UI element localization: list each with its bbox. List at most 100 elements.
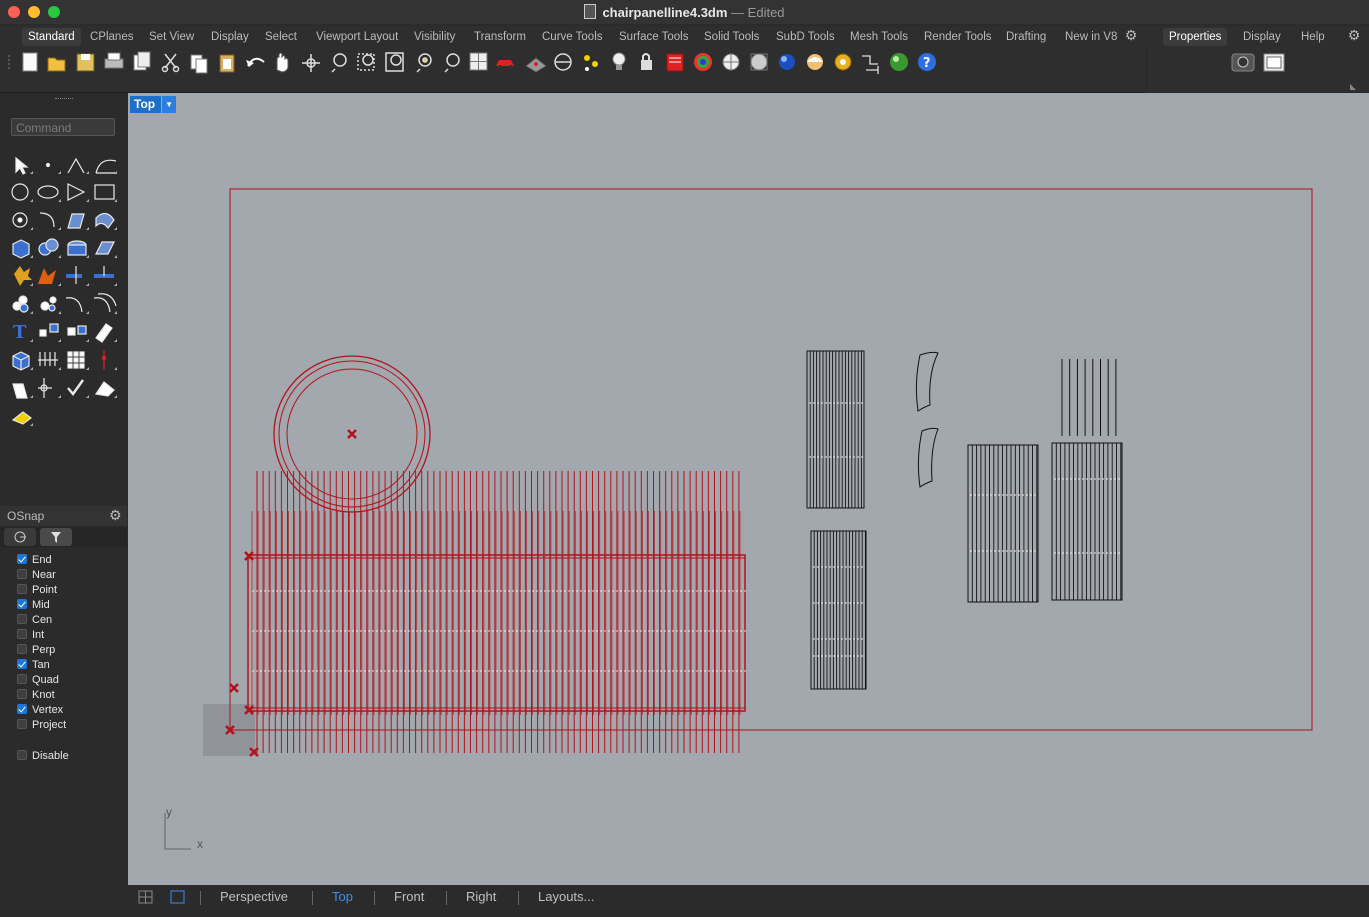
fillet-icon[interactable] — [39, 212, 55, 228]
osnap-perp[interactable]: Perp — [17, 643, 55, 658]
slat-panel-d[interactable] — [1051, 442, 1123, 601]
render-material-icon[interactable] — [11, 411, 32, 425]
sweep-icon[interactable] — [95, 212, 115, 229]
rectangle-icon[interactable] — [94, 184, 115, 200]
tab-set-view[interactable]: Set View — [143, 28, 200, 46]
print-icon[interactable] — [104, 52, 124, 69]
tab-select[interactable]: Select — [259, 28, 303, 46]
paste-icon[interactable] — [219, 54, 235, 73]
tab-drafting[interactable]: Drafting — [1000, 28, 1052, 46]
osnap-int-checkbox[interactable] — [17, 629, 27, 639]
tab-solid-tools[interactable]: Solid Tools — [698, 28, 765, 46]
panel-tab-help[interactable]: Help — [1295, 28, 1331, 46]
osnap-point[interactable]: Point — [17, 583, 57, 598]
osnap-settings-gear-icon[interactable]: ⚙ — [109, 507, 122, 524]
osnap-cen-checkbox[interactable] — [17, 614, 27, 624]
slat-panel-c[interactable] — [967, 444, 1039, 603]
osnap-near-checkbox[interactable] — [17, 569, 27, 579]
tab-right[interactable]: Right — [466, 888, 496, 906]
tab-standard[interactable]: Standard — [22, 28, 81, 46]
command-input[interactable]: Command — [11, 118, 115, 136]
text-icon[interactable]: T — [13, 322, 27, 343]
new-file-icon[interactable] — [22, 52, 38, 72]
zoom-icon[interactable] — [331, 53, 347, 73]
osnap-project[interactable]: Project — [17, 718, 66, 733]
osnap-project-checkbox[interactable] — [17, 719, 27, 729]
tab-new-in-v8[interactable]: New in V8 — [1059, 28, 1123, 46]
camera-icon[interactable] — [1231, 53, 1255, 72]
copy-object-icon[interactable] — [67, 325, 87, 336]
osnap-end[interactable]: End — [17, 553, 52, 568]
undo-icon[interactable] — [246, 57, 265, 67]
solid-box-icon[interactable] — [12, 351, 30, 371]
tab-layouts[interactable]: Layouts... — [538, 888, 594, 906]
viewport-properties-icon[interactable] — [1263, 53, 1285, 72]
tab-surface-tools[interactable]: Surface Tools — [613, 28, 694, 46]
render-settings-gear-icon[interactable] — [834, 53, 852, 71]
array-icon[interactable] — [38, 352, 58, 366]
move-icon[interactable] — [39, 323, 59, 337]
zoom-selected-icon[interactable] — [416, 53, 432, 73]
tab-perspective[interactable]: Perspective — [220, 888, 288, 906]
gumball-icon[interactable] — [102, 350, 106, 370]
osnap-tan-checkbox[interactable] — [17, 659, 27, 669]
control-point-marker-3[interactable] — [229, 683, 239, 693]
show-objects-icon[interactable] — [584, 55, 598, 71]
page-layout-icon[interactable] — [133, 51, 151, 71]
osnap-vertex-checkbox[interactable] — [17, 704, 27, 714]
panel-settings-gear-icon[interactable]: ⚙ — [1347, 28, 1361, 42]
panel-tab-properties[interactable]: Properties — [1163, 28, 1228, 46]
help-icon[interactable]: ? — [918, 53, 936, 71]
tab-transform[interactable]: Transform — [468, 28, 532, 46]
curved-piece-upper[interactable] — [915, 351, 939, 412]
polygon-icon[interactable] — [67, 183, 86, 201]
tab-viewport-layout[interactable]: Viewport Layout — [310, 28, 404, 46]
boolean-union-icon[interactable] — [38, 238, 59, 256]
check-icon[interactable] — [67, 379, 85, 397]
four-view-icon[interactable] — [469, 52, 488, 71]
osnap-quad[interactable]: Quad — [17, 673, 59, 688]
osnap-mid[interactable]: Mid — [17, 598, 50, 613]
osnap-end-checkbox[interactable] — [17, 554, 27, 564]
box-icon[interactable] — [12, 239, 30, 259]
dimension-icon[interactable] — [862, 55, 879, 74]
undo-view-icon[interactable] — [444, 53, 460, 73]
curve-icon[interactable] — [95, 159, 117, 174]
tab-top[interactable]: Top — [332, 888, 353, 906]
four-viewport-layout-icon[interactable] — [138, 890, 153, 904]
point-icon[interactable] — [45, 162, 51, 168]
tab-front[interactable]: Front — [394, 888, 424, 906]
surface-icon[interactable] — [67, 213, 85, 229]
cplane-icon[interactable] — [525, 57, 547, 73]
osnap-point-checkbox[interactable] — [17, 584, 27, 594]
layout-icon[interactable] — [12, 383, 28, 399]
osnap-tab-filter[interactable] — [40, 528, 72, 546]
named-view-car-icon[interactable] — [496, 60, 514, 69]
osnap-vertex[interactable]: Vertex — [17, 703, 63, 718]
curved-piece-lower[interactable] — [917, 427, 939, 488]
top-viewport[interactable]: Top ▼ y x — [128, 93, 1369, 885]
render-icon[interactable] — [807, 54, 823, 70]
osnap-mid-checkbox[interactable] — [17, 599, 27, 609]
osnap-knot[interactable]: Knot — [17, 688, 55, 703]
copy-icon[interactable] — [190, 54, 208, 74]
lock-icon[interactable] — [641, 53, 652, 70]
osnap-disable[interactable]: Disable — [17, 749, 69, 764]
save-icon[interactable] — [76, 53, 95, 72]
sidebar-grip[interactable] — [55, 98, 73, 102]
split-icon[interactable] — [38, 268, 56, 284]
toolbar-settings-gear-icon[interactable]: ⚙ — [1124, 28, 1138, 42]
tab-visibility[interactable]: Visibility — [408, 28, 461, 46]
wireframe-display-icon[interactable] — [722, 53, 740, 71]
panel-tab-display[interactable]: Display — [1237, 28, 1287, 46]
globe-icon[interactable] — [890, 53, 908, 71]
explode-icon[interactable] — [14, 266, 32, 286]
rotate-view-icon[interactable] — [302, 54, 320, 72]
control-point-marker-1[interactable] — [347, 429, 357, 439]
trim-icon[interactable] — [66, 266, 82, 284]
curve-from-object-icon[interactable] — [12, 212, 28, 228]
light-bulb-icon[interactable] — [612, 52, 626, 70]
tab-curve-tools[interactable]: Curve Tools — [536, 28, 609, 46]
resize-corner-icon[interactable] — [1350, 84, 1356, 90]
select-points-icon[interactable] — [554, 53, 572, 71]
